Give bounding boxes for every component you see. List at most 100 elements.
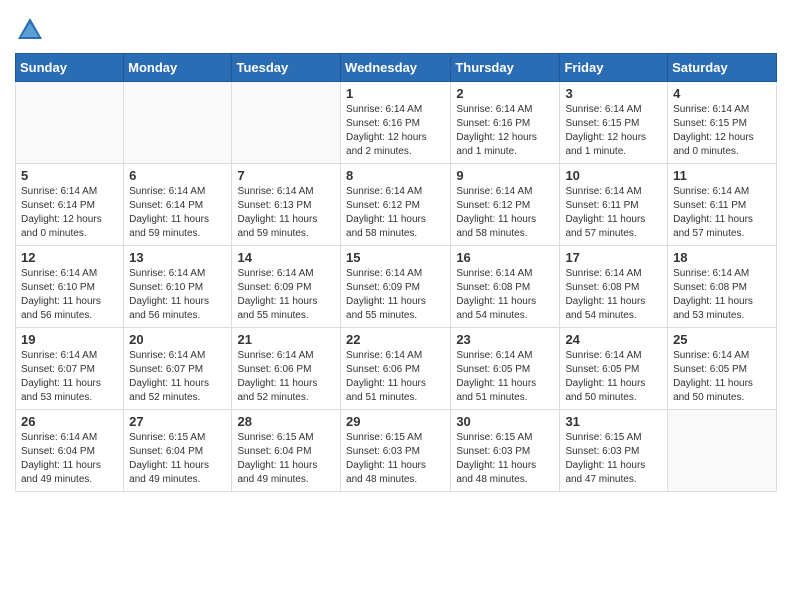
- logo-icon: [15, 15, 45, 45]
- day-info: Sunrise: 6:15 AM Sunset: 6:03 PM Dayligh…: [456, 431, 554, 487]
- day-info: Sunrise: 6:14 AM Sunset: 6:04 PM Dayligh…: [21, 431, 118, 487]
- day-info: Sunrise: 6:14 AM Sunset: 6:06 PM Dayligh…: [346, 349, 445, 405]
- day-number: 8: [346, 168, 445, 183]
- day-info: Sunrise: 6:15 AM Sunset: 6:03 PM Dayligh…: [346, 431, 445, 487]
- day-info: Sunrise: 6:14 AM Sunset: 6:12 PM Dayligh…: [346, 185, 445, 241]
- calendar-cell: [232, 82, 341, 164]
- calendar-cell: 8 Sunrise: 6:14 AM Sunset: 6:12 PM Daylig…: [341, 164, 451, 246]
- day-number: 4: [673, 86, 771, 101]
- day-info: Sunrise: 6:14 AM Sunset: 6:07 PM Dayligh…: [21, 349, 118, 405]
- day-number: 26: [21, 414, 118, 429]
- page: SundayMondayTuesdayWednesdayThursdayFrid…: [0, 0, 792, 502]
- calendar-cell: 13 Sunrise: 6:14 AM Sunset: 6:10 PM Dayli…: [124, 246, 232, 328]
- day-info: Sunrise: 6:14 AM Sunset: 6:14 PM Dayligh…: [21, 185, 118, 241]
- weekday-header-tuesday: Tuesday: [232, 54, 341, 82]
- week-row-1: 1 Sunrise: 6:14 AM Sunset: 6:16 PM Daylig…: [16, 82, 777, 164]
- day-number: 21: [237, 332, 335, 347]
- day-info: Sunrise: 6:15 AM Sunset: 6:03 PM Dayligh…: [565, 431, 662, 487]
- calendar-cell: 22Sunrise: 6:14 AM Sunset: 6:06 PM Dayli…: [341, 328, 451, 410]
- calendar-cell: 27 Sunrise: 6:15 AM Sunset: 6:04 PM Dayli…: [124, 410, 232, 492]
- calendar-cell: 28 Sunrise: 6:15 AM Sunset: 6:04 PM Dayli…: [232, 410, 341, 492]
- day-number: 1: [346, 86, 445, 101]
- day-number: 10: [565, 168, 662, 183]
- day-number: 25: [673, 332, 771, 347]
- calendar-cell: 2 Sunrise: 6:14 AM Sunset: 6:16 PM Daylig…: [451, 82, 560, 164]
- weekday-header-friday: Friday: [560, 54, 668, 82]
- weekday-header-wednesday: Wednesday: [341, 54, 451, 82]
- day-number: 5: [21, 168, 118, 183]
- day-info: Sunrise: 6:14 AM Sunset: 6:11 PM Dayligh…: [673, 185, 771, 241]
- calendar-cell: 31 Sunrise: 6:15 AM Sunset: 6:03 PM Dayli…: [560, 410, 668, 492]
- day-info: Sunrise: 6:14 AM Sunset: 6:08 PM Dayligh…: [456, 267, 554, 323]
- calendar-cell: 20 Sunrise: 6:14 AM Sunset: 6:07 PM Dayli…: [124, 328, 232, 410]
- day-info: Sunrise: 6:14 AM Sunset: 6:10 PM Dayligh…: [21, 267, 118, 323]
- day-number: 29: [346, 414, 445, 429]
- calendar-cell: 14 Sunrise: 6:14 AM Sunset: 6:09 PM Dayli…: [232, 246, 341, 328]
- calendar-cell: 3Sunrise: 6:14 AM Sunset: 6:15 PM Daylig…: [560, 82, 668, 164]
- calendar-cell: 17 Sunrise: 6:14 AM Sunset: 6:08 PM Dayli…: [560, 246, 668, 328]
- day-number: 16: [456, 250, 554, 265]
- day-info: Sunrise: 6:14 AM Sunset: 6:13 PM Dayligh…: [237, 185, 335, 241]
- day-info: Sunrise: 6:15 AM Sunset: 6:04 PM Dayligh…: [237, 431, 335, 487]
- calendar-cell: 12 Sunrise: 6:14 AM Sunset: 6:10 PM Dayli…: [16, 246, 124, 328]
- weekday-header-sunday: Sunday: [16, 54, 124, 82]
- day-number: 30: [456, 414, 554, 429]
- calendar-cell: 18 Sunrise: 6:14 AM Sunset: 6:08 PM Dayli…: [668, 246, 777, 328]
- day-number: 3: [565, 86, 662, 101]
- day-info: Sunrise: 6:14 AM Sunset: 6:09 PM Dayligh…: [237, 267, 335, 323]
- day-number: 14: [237, 250, 335, 265]
- weekday-header-monday: Monday: [124, 54, 232, 82]
- weekday-header-saturday: Saturday: [668, 54, 777, 82]
- calendar-cell: 1 Sunrise: 6:14 AM Sunset: 6:16 PM Daylig…: [341, 82, 451, 164]
- day-number: 31: [565, 414, 662, 429]
- day-number: 12: [21, 250, 118, 265]
- calendar-cell: 26 Sunrise: 6:14 AM Sunset: 6:04 PM Dayli…: [16, 410, 124, 492]
- week-row-2: 5 Sunrise: 6:14 AM Sunset: 6:14 PM Daylig…: [16, 164, 777, 246]
- calendar-cell: 30 Sunrise: 6:15 AM Sunset: 6:03 PM Dayli…: [451, 410, 560, 492]
- calendar: SundayMondayTuesdayWednesdayThursdayFrid…: [15, 53, 777, 492]
- calendar-cell: 4 Sunrise: 6:14 AM Sunset: 6:15 PM Daylig…: [668, 82, 777, 164]
- day-number: 6: [129, 168, 226, 183]
- day-info: Sunrise: 6:14 AM Sunset: 6:07 PM Dayligh…: [129, 349, 226, 405]
- calendar-cell: [16, 82, 124, 164]
- calendar-cell: 11 Sunrise: 6:14 AM Sunset: 6:11 PM Dayli…: [668, 164, 777, 246]
- day-info: Sunrise: 6:14 AM Sunset: 6:15 PM Dayligh…: [673, 103, 771, 159]
- logo: [15, 15, 49, 45]
- week-row-4: 19 Sunrise: 6:14 AM Sunset: 6:07 PM Dayli…: [16, 328, 777, 410]
- day-number: 18: [673, 250, 771, 265]
- day-number: 27: [129, 414, 226, 429]
- day-number: 13: [129, 250, 226, 265]
- calendar-cell: 25Sunrise: 6:14 AM Sunset: 6:05 PM Dayli…: [668, 328, 777, 410]
- day-info: Sunrise: 6:14 AM Sunset: 6:16 PM Dayligh…: [456, 103, 554, 159]
- day-number: 28: [237, 414, 335, 429]
- day-number: 17: [565, 250, 662, 265]
- day-info: Sunrise: 6:14 AM Sunset: 6:09 PM Dayligh…: [346, 267, 445, 323]
- day-number: 11: [673, 168, 771, 183]
- calendar-cell: 9 Sunrise: 6:14 AM Sunset: 6:12 PM Daylig…: [451, 164, 560, 246]
- calendar-cell: 7Sunrise: 6:14 AM Sunset: 6:13 PM Daylig…: [232, 164, 341, 246]
- day-info: Sunrise: 6:14 AM Sunset: 6:10 PM Dayligh…: [129, 267, 226, 323]
- day-number: 23: [456, 332, 554, 347]
- day-number: 19: [21, 332, 118, 347]
- day-info: Sunrise: 6:14 AM Sunset: 6:11 PM Dayligh…: [565, 185, 662, 241]
- calendar-cell: 15 Sunrise: 6:14 AM Sunset: 6:09 PM Dayli…: [341, 246, 451, 328]
- calendar-cell: 24 Sunrise: 6:14 AM Sunset: 6:05 PM Dayli…: [560, 328, 668, 410]
- day-info: Sunrise: 6:14 AM Sunset: 6:08 PM Dayligh…: [673, 267, 771, 323]
- week-row-3: 12 Sunrise: 6:14 AM Sunset: 6:10 PM Dayli…: [16, 246, 777, 328]
- day-info: Sunrise: 6:14 AM Sunset: 6:16 PM Dayligh…: [346, 103, 445, 159]
- calendar-cell: [668, 410, 777, 492]
- day-info: Sunrise: 6:14 AM Sunset: 6:08 PM Dayligh…: [565, 267, 662, 323]
- day-number: 2: [456, 86, 554, 101]
- day-info: Sunrise: 6:14 AM Sunset: 6:05 PM Dayligh…: [565, 349, 662, 405]
- day-number: 24: [565, 332, 662, 347]
- calendar-cell: 5 Sunrise: 6:14 AM Sunset: 6:14 PM Daylig…: [16, 164, 124, 246]
- day-number: 15: [346, 250, 445, 265]
- day-info: Sunrise: 6:14 AM Sunset: 6:12 PM Dayligh…: [456, 185, 554, 241]
- day-info: Sunrise: 6:14 AM Sunset: 6:06 PM Dayligh…: [237, 349, 335, 405]
- day-number: 9: [456, 168, 554, 183]
- day-info: Sunrise: 6:15 AM Sunset: 6:04 PM Dayligh…: [129, 431, 226, 487]
- calendar-cell: 6Sunrise: 6:14 AM Sunset: 6:14 PM Daylig…: [124, 164, 232, 246]
- calendar-cell: 29 Sunrise: 6:15 AM Sunset: 6:03 PM Dayli…: [341, 410, 451, 492]
- day-number: 20: [129, 332, 226, 347]
- weekday-header-row: SundayMondayTuesdayWednesdayThursdayFrid…: [16, 54, 777, 82]
